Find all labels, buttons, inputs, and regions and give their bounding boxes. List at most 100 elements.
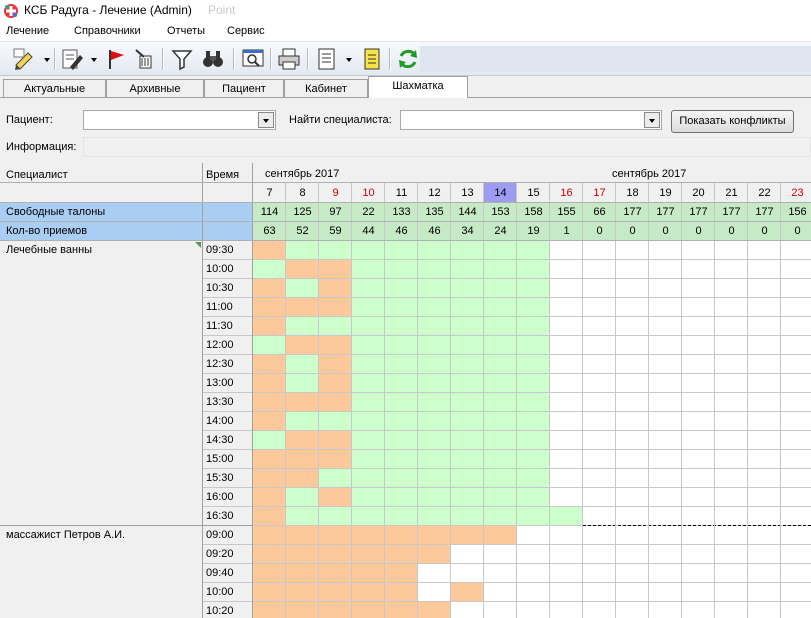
schedule-slot[interactable] xyxy=(715,241,748,260)
schedule-slot[interactable] xyxy=(682,545,715,564)
schedule-slot[interactable] xyxy=(352,298,385,317)
schedule-slot[interactable] xyxy=(286,393,319,412)
schedule-slot[interactable] xyxy=(484,507,517,526)
schedule-slot[interactable] xyxy=(616,431,649,450)
schedule-slot[interactable] xyxy=(352,355,385,374)
schedule-slot[interactable] xyxy=(616,336,649,355)
specialist-name[interactable]: Лечебные ванны xyxy=(6,244,92,256)
schedule-slot[interactable] xyxy=(781,393,811,412)
schedule-slot[interactable] xyxy=(583,450,616,469)
schedule-slot[interactable] xyxy=(385,469,418,488)
schedule-slot[interactable] xyxy=(385,488,418,507)
schedule-slot[interactable] xyxy=(550,431,583,450)
flag-icon[interactable] xyxy=(104,47,128,71)
schedule-slot[interactable] xyxy=(451,298,484,317)
schedule-slot[interactable] xyxy=(319,279,352,298)
schedule-slot[interactable] xyxy=(451,374,484,393)
schedule-slot[interactable] xyxy=(748,564,781,583)
schedule-slot[interactable] xyxy=(484,450,517,469)
schedule-slot[interactable] xyxy=(286,507,319,526)
schedule-slot[interactable] xyxy=(352,279,385,298)
schedule-slot[interactable] xyxy=(385,298,418,317)
schedule-slot[interactable] xyxy=(715,488,748,507)
menu-lechenie[interactable]: Лечение xyxy=(6,25,49,37)
document-dropdown-arrow[interactable] xyxy=(91,58,97,62)
schedule-slot[interactable] xyxy=(649,336,682,355)
patient-combo-dropdown-icon[interactable] xyxy=(258,112,274,128)
schedule-slot[interactable] xyxy=(319,507,352,526)
schedule-slot[interactable] xyxy=(352,526,385,545)
schedule-slot[interactable] xyxy=(451,488,484,507)
schedule-slot[interactable] xyxy=(451,450,484,469)
schedule-slot[interactable] xyxy=(616,298,649,317)
schedule-slot[interactable] xyxy=(352,564,385,583)
schedule-slot[interactable] xyxy=(253,469,286,488)
schedule-slot[interactable] xyxy=(319,545,352,564)
schedule-slot[interactable] xyxy=(649,317,682,336)
schedule-slot[interactable] xyxy=(748,507,781,526)
schedule-slot[interactable] xyxy=(550,507,583,526)
schedule-slot[interactable] xyxy=(418,583,451,602)
schedule-slot[interactable] xyxy=(253,298,286,317)
schedule-slot[interactable] xyxy=(418,260,451,279)
schedule-slot[interactable] xyxy=(286,583,319,602)
schedule-slot[interactable] xyxy=(682,336,715,355)
schedule-slot[interactable] xyxy=(517,355,550,374)
schedule-slot[interactable] xyxy=(715,412,748,431)
schedule-slot[interactable] xyxy=(715,583,748,602)
schedule-slot[interactable] xyxy=(352,507,385,526)
schedule-slot[interactable] xyxy=(253,317,286,336)
schedule-slot[interactable] xyxy=(319,298,352,317)
schedule-slot[interactable] xyxy=(451,564,484,583)
schedule-slot[interactable] xyxy=(286,260,319,279)
schedule-slot[interactable] xyxy=(715,393,748,412)
schedule-slot[interactable] xyxy=(649,374,682,393)
schedule-slot[interactable] xyxy=(550,260,583,279)
schedule-slot[interactable] xyxy=(649,526,682,545)
schedule-slot[interactable] xyxy=(451,317,484,336)
schedule-slot[interactable] xyxy=(418,488,451,507)
schedule-slot[interactable] xyxy=(451,602,484,618)
schedule-slot[interactable] xyxy=(550,374,583,393)
document-edit-icon[interactable] xyxy=(60,47,84,71)
schedule-slot[interactable] xyxy=(385,450,418,469)
schedule-slot[interactable] xyxy=(319,431,352,450)
schedule-slot[interactable] xyxy=(484,241,517,260)
schedule-slot[interactable] xyxy=(418,412,451,431)
schedule-slot[interactable] xyxy=(286,450,319,469)
schedule-slot[interactable] xyxy=(484,545,517,564)
schedule-slot[interactable] xyxy=(253,260,286,279)
schedule-slot[interactable] xyxy=(286,431,319,450)
schedule-slot[interactable] xyxy=(517,488,550,507)
schedule-slot[interactable] xyxy=(484,526,517,545)
schedule-slot[interactable] xyxy=(517,469,550,488)
schedule-slot[interactable] xyxy=(352,602,385,618)
schedule-slot[interactable] xyxy=(253,431,286,450)
schedule-slot[interactable] xyxy=(781,469,811,488)
schedule-slot[interactable] xyxy=(715,526,748,545)
schedule-slot[interactable] xyxy=(286,412,319,431)
edit-pencil-icon[interactable] xyxy=(12,47,36,71)
schedule-slot[interactable] xyxy=(319,564,352,583)
schedule-slot[interactable] xyxy=(748,260,781,279)
schedule-slot[interactable] xyxy=(517,241,550,260)
schedule-slot[interactable] xyxy=(484,374,517,393)
schedule-slot[interactable] xyxy=(682,393,715,412)
schedule-slot[interactable] xyxy=(484,431,517,450)
schedule-slot[interactable] xyxy=(715,298,748,317)
schedule-slot[interactable] xyxy=(748,412,781,431)
schedule-slot[interactable] xyxy=(682,279,715,298)
schedule-slot[interactable] xyxy=(517,507,550,526)
patient-combo[interactable] xyxy=(83,110,276,130)
binoculars-icon[interactable] xyxy=(201,47,225,71)
schedule-slot[interactable] xyxy=(253,393,286,412)
schedule-slot[interactable] xyxy=(781,279,811,298)
schedule-slot[interactable] xyxy=(748,583,781,602)
schedule-slot[interactable] xyxy=(385,317,418,336)
schedule-slot[interactable] xyxy=(451,545,484,564)
schedule-slot[interactable] xyxy=(748,279,781,298)
schedule-slot[interactable] xyxy=(583,374,616,393)
schedule-slot[interactable] xyxy=(385,393,418,412)
schedule-slot[interactable] xyxy=(253,241,286,260)
schedule-slot[interactable] xyxy=(583,488,616,507)
